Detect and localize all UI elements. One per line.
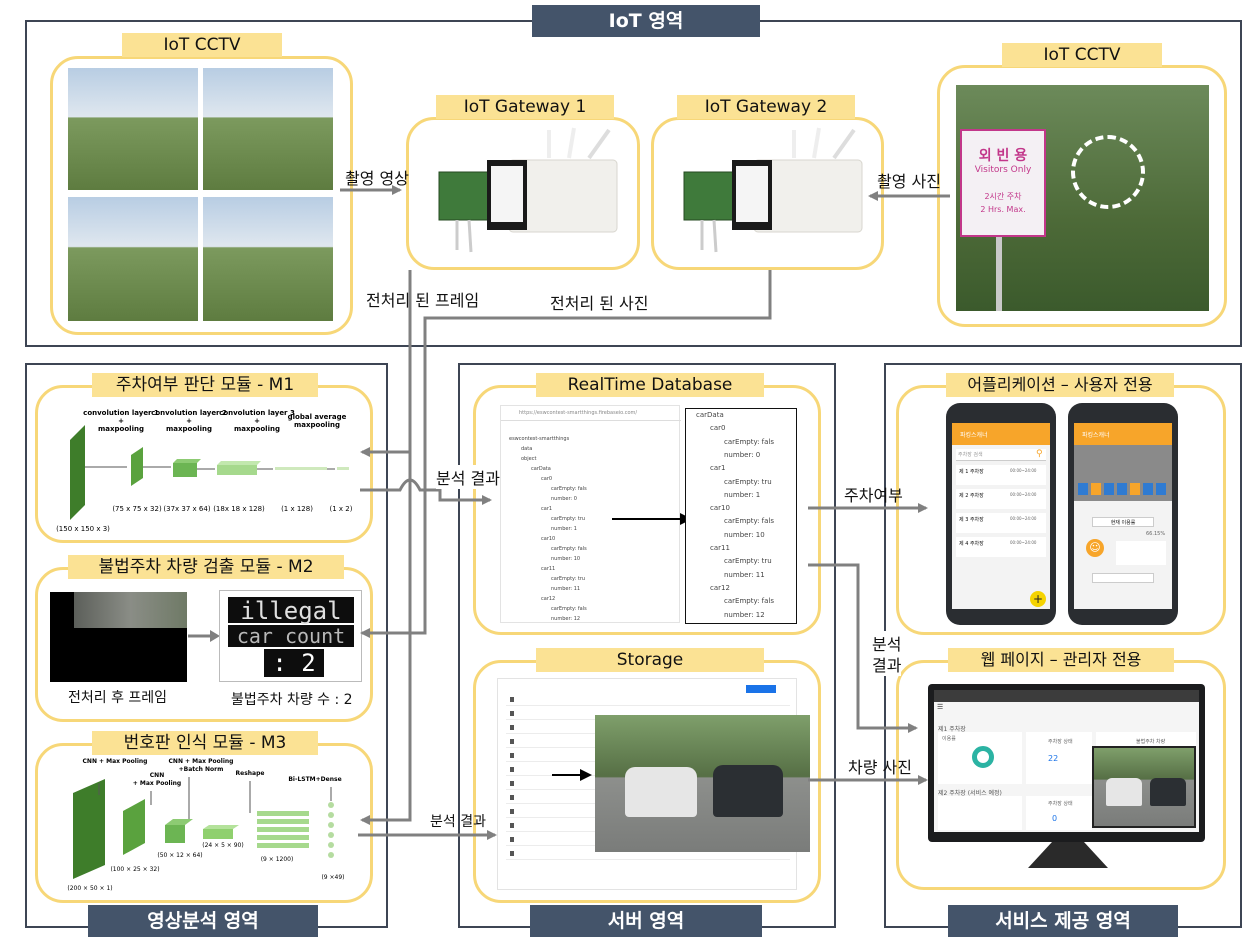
result3-label-b: 결과 xyxy=(872,652,902,676)
connector-lines xyxy=(340,185,950,840)
video-label: 촬영 영상 xyxy=(345,169,409,188)
result1-label: 분석 결과 xyxy=(436,465,500,489)
frame-label: 전처리 된 프레임 xyxy=(366,291,480,310)
photo-label: 촬영 사진 xyxy=(877,172,941,191)
frame-line xyxy=(360,270,412,825)
photo-pre-label: 전처리 된 사진 xyxy=(550,294,649,313)
car-photo-label: 차량 사진 xyxy=(848,758,912,777)
photo-pre-line xyxy=(360,270,772,638)
result2-label: 분석 결과 xyxy=(430,814,486,830)
parking-label: 주차여부 xyxy=(844,486,903,505)
